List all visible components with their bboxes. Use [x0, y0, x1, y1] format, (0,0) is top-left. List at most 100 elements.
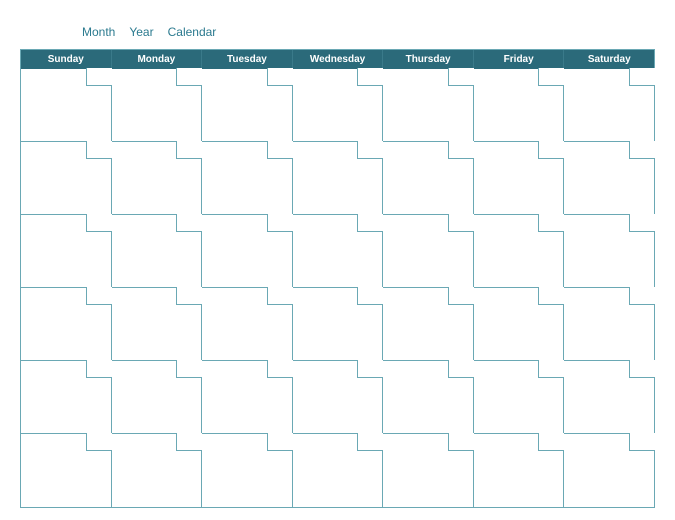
calendar-title: Month Year Calendar [82, 25, 655, 39]
day-cell [21, 434, 112, 507]
date-box [176, 287, 202, 305]
date-box [448, 287, 474, 305]
weekday-header: Thursday [383, 50, 474, 69]
day-cell [112, 142, 203, 215]
week-row [21, 69, 654, 142]
day-cell [383, 142, 474, 215]
weekday-header: Wednesday [293, 50, 384, 69]
date-box [448, 360, 474, 378]
date-box [86, 287, 112, 305]
day-cell [21, 142, 112, 215]
date-box [629, 287, 655, 305]
weekday-header: Monday [112, 50, 203, 69]
date-box [86, 433, 112, 451]
day-cell [564, 142, 654, 215]
day-cell [474, 142, 565, 215]
day-cell [474, 361, 565, 434]
date-box [86, 141, 112, 159]
weekday-header: Saturday [564, 50, 654, 69]
date-box [86, 68, 112, 86]
calendar-label: Calendar [168, 25, 217, 39]
date-box [357, 287, 383, 305]
day-cell [383, 215, 474, 288]
day-cell [202, 215, 293, 288]
day-cell [202, 288, 293, 361]
week-row [21, 215, 654, 288]
date-box [357, 360, 383, 378]
day-cell [21, 361, 112, 434]
day-cell [474, 288, 565, 361]
day-cell [293, 69, 384, 142]
day-cell [474, 69, 565, 142]
calendar-body [21, 69, 654, 507]
weekday-header-row: Sunday Monday Tuesday Wednesday Thursday… [21, 50, 654, 69]
date-box [538, 433, 564, 451]
day-cell [474, 215, 565, 288]
year-label: Year [129, 25, 153, 39]
week-row [21, 361, 654, 434]
date-box [448, 141, 474, 159]
weekday-header: Friday [474, 50, 565, 69]
date-box [538, 141, 564, 159]
day-cell [564, 361, 654, 434]
date-box [86, 214, 112, 232]
week-row [21, 142, 654, 215]
day-cell [112, 361, 203, 434]
date-box [629, 360, 655, 378]
day-cell [202, 142, 293, 215]
calendar-grid: Sunday Monday Tuesday Wednesday Thursday… [20, 49, 655, 508]
date-box [267, 141, 293, 159]
day-cell [293, 288, 384, 361]
date-box [86, 360, 112, 378]
day-cell [202, 69, 293, 142]
date-box [538, 68, 564, 86]
week-row [21, 434, 654, 507]
date-box [176, 68, 202, 86]
week-row [21, 288, 654, 361]
weekday-header: Sunday [21, 50, 112, 69]
day-cell [293, 215, 384, 288]
day-cell [112, 434, 203, 507]
date-box [176, 214, 202, 232]
date-box [357, 141, 383, 159]
date-box [267, 433, 293, 451]
day-cell [564, 215, 654, 288]
day-cell [383, 69, 474, 142]
date-box [629, 141, 655, 159]
day-cell [383, 434, 474, 507]
day-cell [564, 434, 654, 507]
date-box [448, 68, 474, 86]
date-box [267, 68, 293, 86]
date-box [629, 68, 655, 86]
date-box [448, 433, 474, 451]
date-box [267, 214, 293, 232]
date-box [629, 433, 655, 451]
date-box [357, 433, 383, 451]
day-cell [21, 215, 112, 288]
date-box [267, 287, 293, 305]
day-cell [564, 69, 654, 142]
day-cell [293, 434, 384, 507]
date-box [629, 214, 655, 232]
day-cell [383, 288, 474, 361]
date-box [267, 360, 293, 378]
date-box [176, 433, 202, 451]
day-cell [383, 361, 474, 434]
day-cell [112, 288, 203, 361]
date-box [448, 214, 474, 232]
date-box [538, 287, 564, 305]
day-cell [112, 215, 203, 288]
weekday-header: Tuesday [202, 50, 293, 69]
day-cell [564, 288, 654, 361]
day-cell [21, 288, 112, 361]
date-box [176, 141, 202, 159]
date-box [538, 360, 564, 378]
day-cell [21, 69, 112, 142]
day-cell [112, 69, 203, 142]
date-box [176, 360, 202, 378]
day-cell [293, 142, 384, 215]
date-box [357, 68, 383, 86]
date-box [357, 214, 383, 232]
day-cell [202, 361, 293, 434]
month-label: Month [82, 25, 115, 39]
